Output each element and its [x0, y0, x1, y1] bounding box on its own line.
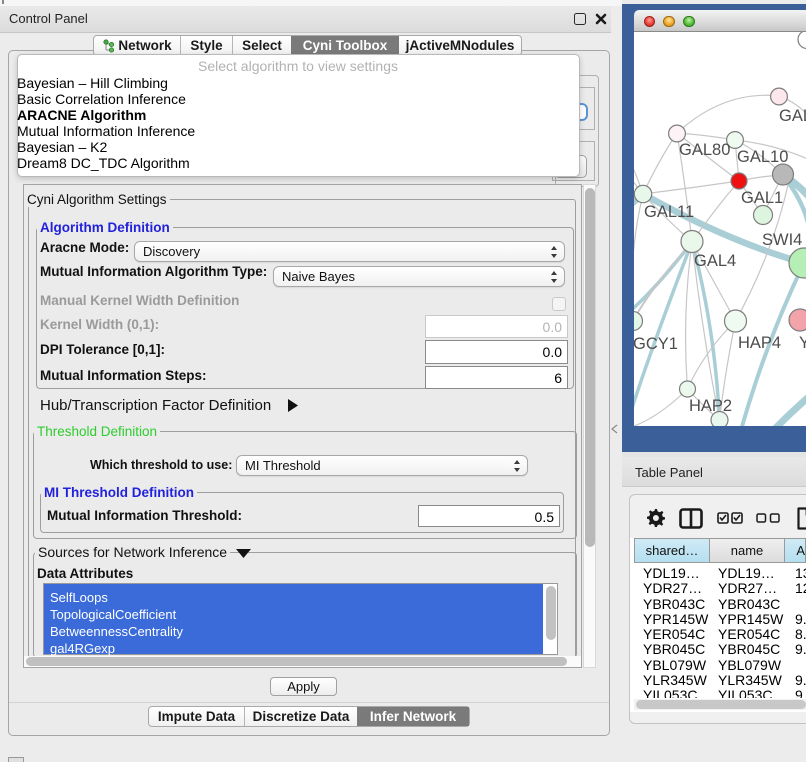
svg-text:GAL11: GAL11: [644, 203, 694, 221]
svg-text:GCY1: GCY1: [634, 335, 678, 353]
svg-text:YER: YER: [799, 334, 806, 352]
svg-text:HAP2: HAP2: [689, 397, 732, 415]
svg-text:GAL1: GAL1: [741, 189, 783, 207]
svg-text:GAL4: GAL4: [694, 252, 736, 270]
svg-text:HAP4: HAP4: [738, 334, 781, 352]
svg-text:SWI4: SWI4: [762, 231, 802, 249]
svg-text:GAL80: GAL80: [679, 141, 730, 159]
svg-text:GAL10: GAL10: [737, 148, 788, 166]
svg-text:GAL2: GAL2: [779, 107, 806, 125]
